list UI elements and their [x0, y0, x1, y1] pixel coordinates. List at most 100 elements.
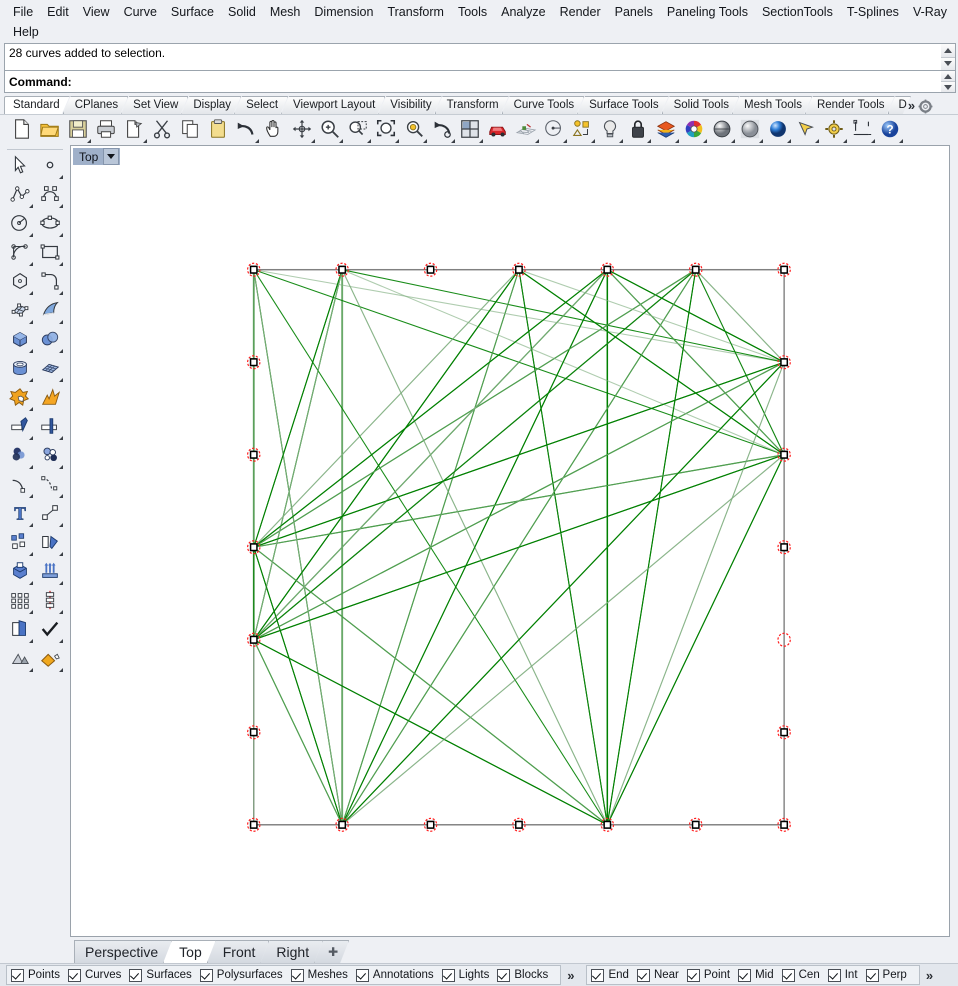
flyout-corner-icon[interactable]	[29, 349, 33, 353]
toolbar-options-gear-icon[interactable]	[918, 99, 933, 114]
toolbar-tab-visibility[interactable]: Visibility	[378, 96, 441, 114]
flyout-corner-icon[interactable]	[647, 139, 651, 143]
circle-button[interactable]	[5, 210, 35, 239]
paste-button[interactable]	[204, 116, 232, 144]
control-point-square[interactable]	[249, 728, 258, 737]
flyout-corner-icon[interactable]	[759, 139, 763, 143]
flyout-corner-icon[interactable]	[29, 407, 33, 411]
selection-filter-curves[interactable]: Curves	[67, 968, 121, 982]
flyout-corner-icon[interactable]	[29, 668, 33, 672]
ghosted-sphere-button[interactable]	[736, 116, 764, 144]
rectangle-button[interactable]	[35, 239, 65, 268]
check-validate-button[interactable]	[35, 616, 65, 645]
flyout-corner-icon[interactable]	[143, 139, 147, 143]
selection-filter-annotations[interactable]: Annotations	[355, 968, 434, 982]
flyout-corner-icon[interactable]	[339, 139, 343, 143]
layers-button[interactable]	[652, 116, 680, 144]
control-point-square[interactable]	[249, 450, 258, 459]
checkbox-annotations[interactable]	[355, 968, 369, 982]
light-bulb-button[interactable]	[596, 116, 624, 144]
lock-button[interactable]	[624, 116, 652, 144]
flyout-corner-icon[interactable]	[479, 139, 483, 143]
control-point-square[interactable]	[691, 265, 700, 274]
osnap-cen[interactable]: Cen	[781, 968, 820, 982]
scale-button[interactable]	[35, 500, 65, 529]
osnap-perp[interactable]: Perp	[865, 968, 907, 982]
zoom-selected-button[interactable]	[400, 116, 428, 144]
extrude-surface-button[interactable]	[35, 558, 65, 587]
command-line-scrollbar[interactable]	[941, 71, 956, 93]
checkbox-int[interactable]	[827, 968, 841, 982]
select-arrow-button[interactable]	[5, 152, 35, 181]
arc-button[interactable]	[5, 239, 35, 268]
selection-filter-meshes[interactable]: Meshes	[290, 968, 348, 982]
flyout-corner-icon[interactable]	[59, 436, 63, 440]
zoom-extents-button[interactable]	[372, 116, 400, 144]
blend-curve-button[interactable]	[35, 471, 65, 500]
menu-item-render[interactable]: Render	[553, 2, 608, 22]
group-button[interactable]	[5, 529, 35, 558]
zoom-in-button[interactable]	[316, 116, 344, 144]
shade-button[interactable]	[5, 645, 35, 674]
flyout-corner-icon[interactable]	[29, 465, 33, 469]
cplane-grid-button[interactable]	[512, 116, 540, 144]
flyout-corner-icon[interactable]	[59, 378, 63, 382]
toolbar-tab-render-tools[interactable]: Render Tools	[805, 96, 895, 114]
control-point-square[interactable]	[426, 265, 435, 274]
dimension-button[interactable]	[848, 116, 876, 144]
control-point-square[interactable]	[515, 265, 523, 274]
mesh-plane-button[interactable]	[35, 355, 65, 384]
control-point-square[interactable]	[780, 450, 789, 459]
rotate-button[interactable]	[35, 529, 65, 558]
flyout-corner-icon[interactable]	[59, 320, 63, 324]
array-along-curve-button[interactable]	[35, 587, 65, 616]
copy-object-button[interactable]	[5, 616, 35, 645]
flyout-corner-icon[interactable]	[59, 552, 63, 556]
flyout-corner-icon[interactable]	[59, 233, 63, 237]
print-button[interactable]	[92, 116, 120, 144]
osnap-end[interactable]: End	[591, 968, 629, 982]
checkbox-curves[interactable]	[67, 968, 81, 982]
flyout-corner-icon[interactable]	[423, 139, 427, 143]
menu-item-panels[interactable]: Panels	[608, 2, 660, 22]
flyout-corner-icon[interactable]	[29, 233, 33, 237]
flyout-corner-icon[interactable]	[59, 581, 63, 585]
toolbar-tab-set-view[interactable]: Set View	[121, 96, 188, 114]
flyout-corner-icon[interactable]	[59, 204, 63, 208]
checkbox-blocks[interactable]	[497, 968, 511, 982]
selection-filter-overflow[interactable]: »	[561, 968, 580, 983]
control-point-square[interactable]	[780, 820, 789, 829]
checkbox-surfaces[interactable]	[129, 968, 143, 982]
toolbar-tab-mesh-tools[interactable]: Mesh Tools	[732, 96, 812, 114]
flyout-corner-icon[interactable]	[29, 610, 33, 614]
flyout-corner-icon[interactable]	[451, 139, 455, 143]
checkbox-mid[interactable]	[738, 968, 752, 982]
control-point-square[interactable]	[603, 820, 612, 829]
zoom-previous-button[interactable]	[428, 116, 456, 144]
control-point-square[interactable]	[780, 728, 789, 737]
flyout-corner-icon[interactable]	[395, 139, 399, 143]
control-point-square[interactable]	[249, 358, 258, 367]
flyout-corner-icon[interactable]	[29, 552, 33, 556]
sphere-button[interactable]	[35, 326, 65, 355]
control-point-square[interactable]	[249, 265, 258, 274]
control-point-square[interactable]	[249, 543, 258, 552]
viewport-title-bar[interactable]: Top	[73, 148, 121, 165]
control-point-square[interactable]	[249, 820, 258, 829]
fillet-curve-button[interactable]	[35, 268, 65, 297]
surface-control-point-button[interactable]	[5, 297, 35, 326]
checkbox-points[interactable]	[11, 968, 24, 982]
cylinder-button[interactable]	[5, 355, 35, 384]
flyout-corner-icon[interactable]	[59, 465, 63, 469]
viewport-layout-button[interactable]	[456, 116, 484, 144]
polyline-button[interactable]	[5, 181, 35, 210]
flyout-corner-icon[interactable]	[29, 523, 33, 527]
viewport-tab-top[interactable]: Top	[163, 940, 216, 963]
flyout-corner-icon[interactable]	[675, 139, 679, 143]
flyout-corner-icon[interactable]	[29, 494, 33, 498]
flyout-corner-icon[interactable]	[59, 175, 63, 179]
flyout-corner-icon[interactable]	[619, 139, 623, 143]
top-viewport[interactable]: Top	[70, 145, 950, 937]
options-gear-button[interactable]	[820, 116, 848, 144]
selection-filter-polysurfaces[interactable]: Polysurfaces	[199, 968, 283, 982]
